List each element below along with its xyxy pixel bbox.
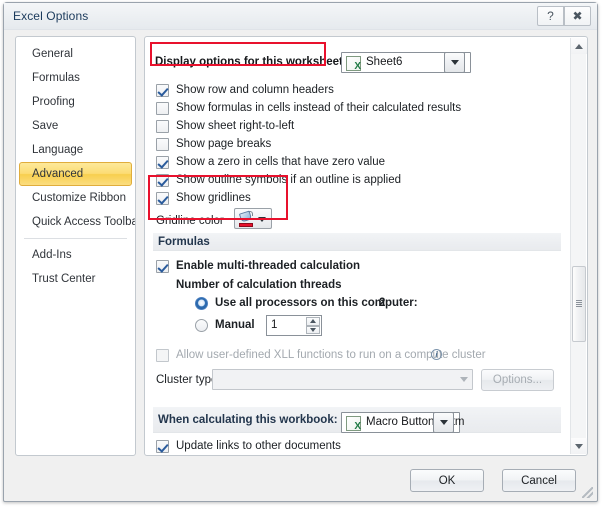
checkbox-show-sheet-rtl[interactable] [156,120,169,133]
gridline-color-swatch [239,223,253,227]
scrollbar-thumb[interactable] [572,266,586,342]
checkbox-show-page-breaks-label: Show page breaks [176,138,272,150]
sidebar-item-label: Proofing [32,96,75,108]
sidebar-item-label: Trust Center [32,273,96,285]
checkbox-show-row-column-headers[interactable] [156,84,169,97]
content-inner: Display options for this worksheet: Shee… [145,37,570,455]
sidebar-item-language[interactable]: Language [19,138,132,162]
manual-threads-spin-buttons[interactable] [306,317,320,334]
manual-threads-value: 1 [271,319,278,331]
checkbox-enable-multithreaded[interactable] [156,260,169,273]
section-header-formulas-label: Formulas [158,236,210,248]
cancel-button[interactable]: Cancel [502,469,576,492]
window-title: Excel Options [13,9,89,23]
checkbox-show-page-breaks[interactable] [156,138,169,151]
scroll-up-arrow-icon[interactable] [571,38,587,54]
gridline-color-button[interactable] [234,208,272,229]
sidebar-item-label: Quick Access Toolbar [32,216,136,228]
sidebar-item-quick-access-toolbar[interactable]: Quick Access Toolbar [19,210,135,234]
gridline-color-label: Gridline color [156,215,224,227]
radio-use-all-processors[interactable] [195,297,208,310]
close-button[interactable]: ✖ [564,6,591,26]
processor-count-value: 2 [379,297,386,309]
screenshot-root: Excel Options ? ✖ General Formulas Proof… [0,0,604,508]
checkbox-enable-multithreaded-label: Enable multi-threaded calculation [176,260,361,272]
sidebar-item-save[interactable]: Save [19,114,132,138]
checkbox-allow-xll-cluster[interactable] [156,349,169,362]
checkbox-show-zero-label: Show a zero in cells that have zero valu… [176,156,386,168]
sidebar-item-trust-center[interactable]: Trust Center [19,267,132,291]
caret-down-icon [310,327,316,332]
radio-manual-threads[interactable] [195,319,208,332]
help-question-icon: ? [547,9,554,23]
info-icon[interactable]: i [431,349,442,360]
help-button[interactable]: ? [537,6,564,26]
checkbox-show-outline-symbols[interactable] [156,174,169,187]
checkbox-update-links-label: Update links to other documents [176,440,341,452]
stepper-down-button[interactable] [306,325,320,334]
cluster-type-dropdown-button[interactable] [455,370,472,389]
scroll-down-arrow-icon[interactable] [571,438,587,454]
navigation-sidebar: General Formulas Proofing Save Language … [15,36,136,456]
section-header-formulas: Formulas [153,233,561,251]
title-bar: Excel Options ? ✖ [4,3,597,30]
sidebar-item-general[interactable]: General [19,42,132,66]
checkbox-show-sheet-rtl-label: Show sheet right-to-left [176,120,295,132]
sidebar-item-label: Language [32,144,84,156]
chevron-down-icon [258,217,266,222]
radio-manual-threads-label: Manual [215,319,255,331]
chevron-down-icon [450,60,459,65]
ok-button[interactable]: OK [410,469,484,492]
sidebar-item-label: Formulas [32,72,80,84]
sidebar-item-add-ins[interactable]: Add-Ins [19,243,132,267]
worksheet-select-value: Sheet6 [366,56,403,68]
checkbox-show-row-column-headers-label: Show row and column headers [176,84,334,96]
checkbox-show-gridlines[interactable] [156,192,169,205]
calculation-threads-label: Number of calculation threads [176,279,342,291]
content-vertical-scrollbar[interactable] [570,38,587,454]
sidebar-divider [24,238,127,239]
cluster-options-button[interactable]: Options... [481,369,554,391]
cluster-type-label: Cluster type: [156,374,221,386]
options-content-panel: Display options for this worksheet: Shee… [144,36,588,456]
checkbox-show-formulas[interactable] [156,102,169,115]
display-options-label: Display options for this worksheet: [155,56,347,68]
resize-grip-icon[interactable] [582,487,593,498]
checkbox-update-links[interactable] [156,440,169,453]
radio-use-all-processors-label: Use all processors on this computer: [215,297,418,309]
sidebar-item-label: Customize Ribbon [32,192,126,204]
sidebar-item-label: Save [32,120,59,132]
sidebar-item-proofing[interactable]: Proofing [19,90,132,114]
stepper-up-button[interactable] [306,317,320,326]
excel-options-dialog: Excel Options ? ✖ General Formulas Proof… [3,2,598,502]
checkbox-show-zero[interactable] [156,156,169,169]
workbook-select-dropdown-button[interactable] [433,412,454,433]
sidebar-item-label: General [32,48,73,60]
excel-workbook-icon [346,416,361,432]
cluster-type-select[interactable] [212,369,473,390]
checkbox-show-outline-symbols-label: Show outline symbols if an outline is ap… [176,174,402,186]
section-header-calculating-label: When calculating this workbook: [158,414,338,426]
manual-threads-stepper[interactable]: 1 [266,315,322,336]
checkbox-show-gridlines-label: Show gridlines [176,192,251,204]
sidebar-item-label: Add-Ins [32,249,72,261]
sidebar-item-label: Advanced [32,168,84,180]
worksheet-select-dropdown-button[interactable] [444,52,465,73]
sidebar-item-customize-ribbon[interactable]: Customize Ribbon [19,186,132,210]
caret-up-icon [310,319,316,324]
close-icon: ✖ [572,9,583,23]
chevron-down-icon [439,420,448,425]
chevron-down-icon [459,377,468,382]
excel-sheet-icon [346,56,361,72]
sidebar-item-formulas[interactable]: Formulas [19,66,132,90]
scrollbar-grip-icon [576,300,582,307]
sidebar-item-advanced[interactable]: Advanced [19,162,132,186]
checkbox-show-formulas-label: Show formulas in cells instead of their … [176,102,462,114]
paint-bucket-icon [238,210,254,227]
